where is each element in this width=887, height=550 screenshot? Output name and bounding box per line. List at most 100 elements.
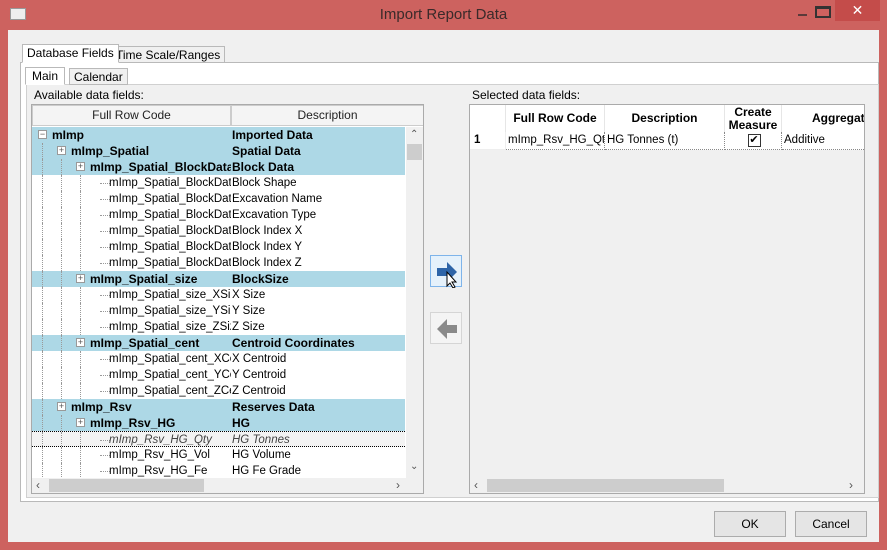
- tree-row[interactable]: mImp_Spatial_BlockData Block Shape: [32, 175, 405, 191]
- tree-row[interactable]: mImp_Spatial_size_XSize X Size: [32, 287, 405, 303]
- tree-guide-line: [80, 463, 81, 479]
- tree-row[interactable]: mImp_Spatial_size_ZSize Z Size: [32, 319, 405, 335]
- tree-row[interactable]: mImp_Rsv_HG_Fe HG Fe Grade: [32, 463, 405, 479]
- available-fields-tree[interactable]: Full Row Code Description − mImp Imported …: [31, 104, 424, 494]
- cell-create-measure[interactable]: ✔: [725, 132, 782, 150]
- expand-icon[interactable]: +: [76, 418, 85, 427]
- column-header-description[interactable]: Description: [231, 105, 423, 126]
- tree-guide-line: [80, 319, 81, 335]
- scroll-thumb[interactable]: [487, 479, 724, 492]
- tree-row[interactable]: mImp_Spatial_BlockData Excavation Type: [32, 207, 405, 223]
- tree-row[interactable]: mImp_Spatial_BlockData Block Index X: [32, 223, 405, 239]
- expand-icon[interactable]: +: [57, 402, 66, 411]
- tree-guide-line: [80, 255, 81, 271]
- cell-description[interactable]: HG Tonnes (t): [605, 132, 725, 150]
- vertical-scrollbar[interactable]: ⌃ ⌄: [406, 127, 423, 479]
- row-description: Reserves Data: [232, 400, 315, 414]
- tree-guide-line: [80, 239, 81, 255]
- row-description: Y Centroid: [232, 369, 287, 381]
- row-code: mImp_Spatial_size: [90, 272, 198, 286]
- tab-time-scale-ranges[interactable]: Time Scale/Ranges: [111, 46, 226, 63]
- tree-guide-line: [80, 447, 81, 463]
- tree-row[interactable]: + mImp_Spatial Spatial Data: [32, 143, 405, 159]
- add-field-button[interactable]: [430, 255, 462, 289]
- expand-icon[interactable]: +: [76, 274, 85, 283]
- scroll-thumb[interactable]: [407, 144, 422, 160]
- scroll-right-icon[interactable]: ›: [396, 478, 400, 492]
- row-code: mImp_Rsv: [71, 400, 132, 414]
- column-header-full-row-code[interactable]: Full Row Code: [32, 105, 231, 126]
- tree-row[interactable]: mImp_Spatial_cent_ZCentZ Centroid: [32, 383, 405, 399]
- close-icon[interactable]: ✕: [835, 0, 880, 21]
- tree-row[interactable]: mImp_Spatial_BlockData Block Index Z: [32, 255, 405, 271]
- row-code: mImp_Rsv_HG: [90, 416, 176, 430]
- tree-guide-line: [42, 191, 43, 207]
- column-header-full-row-code[interactable]: Full Row Code: [506, 105, 605, 132]
- scroll-up-icon[interactable]: ⌃: [410, 129, 418, 140]
- tree-row[interactable]: mImp_Spatial_BlockData Excavation Name: [32, 191, 405, 207]
- horizontal-scrollbar[interactable]: ‹ ›: [470, 478, 864, 493]
- tree-row[interactable]: mImp_Spatial_cent_XCentX Centroid: [32, 351, 405, 367]
- selected-fields-grid[interactable]: Full Row Code Description Create Measure…: [469, 104, 865, 494]
- cell-full-row-code[interactable]: mImp_Rsv_HG_Qty: [506, 132, 605, 150]
- column-header-create-measure[interactable]: Create Measure: [725, 105, 782, 132]
- tab-database-fields[interactable]: Database Fields: [22, 44, 119, 63]
- tree-guide-line: [61, 207, 62, 223]
- row-code: mImp_Spatial_BlockData: [109, 257, 231, 269]
- tree-guide-line: [80, 367, 81, 383]
- scroll-thumb[interactable]: [49, 479, 204, 492]
- column-header-aggregation-type[interactable]: Aggregation Type: [782, 105, 864, 132]
- tree-row[interactable]: mImp_Rsv_HG_Qty HG Tonnes: [32, 431, 405, 448]
- ok-button[interactable]: OK: [714, 511, 786, 537]
- tree-row[interactable]: + mImp_Rsv Reserves Data: [32, 399, 405, 415]
- collapse-icon[interactable]: −: [38, 130, 47, 139]
- tree-row[interactable]: mImp_Spatial_cent_YCentY Centroid: [32, 367, 405, 383]
- row-description: X Size: [232, 289, 266, 301]
- tree-guide-line: [42, 239, 43, 255]
- row-code: mImp_Rsv_HG_Vol: [109, 449, 210, 461]
- scroll-left-icon[interactable]: ‹: [36, 478, 40, 492]
- create-measure-checkbox[interactable]: ✔: [747, 134, 761, 147]
- tree-guide-line: [42, 335, 43, 351]
- tree-row[interactable]: mImp_Rsv_HG_Vol HG Volume: [32, 447, 405, 463]
- scroll-left-icon[interactable]: ‹: [474, 478, 478, 492]
- tree-guide-line: [42, 143, 43, 159]
- tree-row[interactable]: + mImp_Spatial_size BlockSize: [32, 271, 405, 287]
- maximize-icon[interactable]: [815, 6, 831, 18]
- expand-icon[interactable]: +: [57, 146, 66, 155]
- row-code: mImp_Spatial_BlockData: [109, 225, 231, 237]
- tree-guide-line: [61, 271, 62, 287]
- row-code: mImp_Spatial_size_ZSize: [109, 321, 231, 333]
- scroll-down-icon[interactable]: ⌄: [410, 461, 418, 472]
- tree-row[interactable]: + mImp_Rsv_HG HG: [32, 415, 405, 431]
- row-code: mImp: [52, 128, 85, 142]
- column-header-description[interactable]: Description: [605, 105, 725, 132]
- tree-row[interactable]: + mImp_Spatial_cent Centroid Coordinates: [32, 335, 405, 351]
- tree-row[interactable]: mImp_Spatial_BlockData Block Index Y: [32, 239, 405, 255]
- tree-guide-line: [61, 191, 62, 207]
- tree-row[interactable]: + mImp_Spatial_BlockData Block Data: [32, 159, 405, 175]
- row-code: mImp_Rsv_HG_Qty: [109, 434, 212, 446]
- row-code: mImp_Spatial_cent_ZCent: [109, 385, 231, 397]
- tab-calendar[interactable]: Calendar: [69, 68, 128, 85]
- row-code: mImp_Spatial_BlockData: [109, 241, 231, 253]
- tab-main[interactable]: Main: [25, 67, 66, 85]
- remove-field-button[interactable]: [430, 312, 462, 344]
- row-description: Block Data: [232, 160, 295, 174]
- scroll-right-icon[interactable]: ›: [849, 478, 853, 492]
- row-description: Block Index Z: [232, 257, 302, 269]
- tree-guide-line: [61, 415, 62, 431]
- tree-guide-line: [42, 223, 43, 239]
- tree-row[interactable]: mImp_Spatial_size_YSize Y Size: [32, 303, 405, 319]
- cancel-button[interactable]: Cancel: [795, 511, 867, 537]
- tree-row[interactable]: − mImp Imported Data: [32, 127, 405, 143]
- expand-icon[interactable]: +: [76, 338, 85, 347]
- cell-aggregation-type[interactable]: Additive: [782, 132, 864, 150]
- row-description: Spatial Data: [232, 144, 301, 158]
- minimize-icon[interactable]: [790, 6, 816, 22]
- title-bar: Import Report Data ✕: [0, 0, 887, 30]
- row-description: HG Volume: [232, 449, 291, 461]
- expand-icon[interactable]: +: [76, 162, 85, 171]
- tree-guide-line: [80, 223, 81, 239]
- horizontal-scrollbar[interactable]: ‹ ›: [32, 478, 423, 493]
